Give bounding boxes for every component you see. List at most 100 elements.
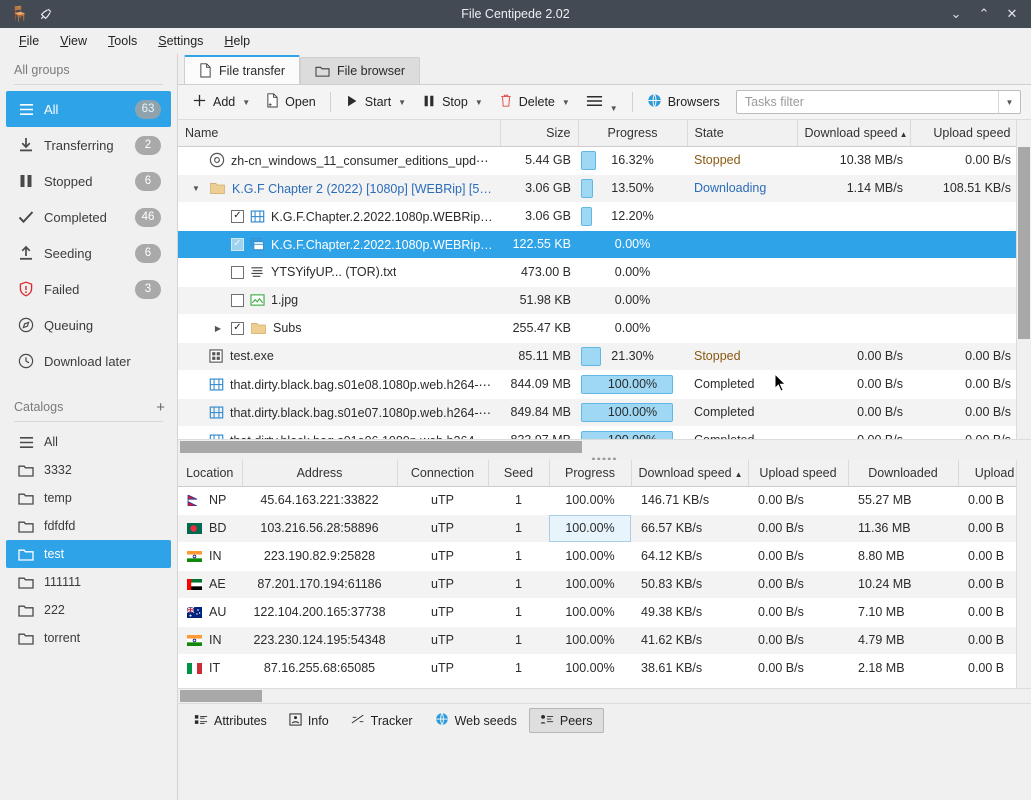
- peer-progress-cell[interactable]: 100.00%: [549, 486, 631, 514]
- tasks-col-upload-speed[interactable]: Upload speed: [910, 120, 1016, 146]
- sidebar-item-failed[interactable]: Failed3: [6, 271, 171, 307]
- menu-view[interactable]: View: [51, 31, 96, 51]
- task-name-cell[interactable]: that.dirty.black.bag.s01e08.1080p.web.h2…: [178, 370, 500, 398]
- menu-file[interactable]: File: [10, 31, 48, 51]
- close-button[interactable]: ✕: [999, 2, 1025, 26]
- sidebar-item-completed[interactable]: Completed46: [6, 199, 171, 235]
- peers-col-address[interactable]: Address: [242, 460, 397, 486]
- table-row[interactable]: ✓K.G.F.Chapter.2.2022.1080p.WEBRip.x⋯3.0…: [178, 202, 1016, 230]
- peers-col-progress[interactable]: Progress: [549, 460, 631, 486]
- chevron-right-icon[interactable]: ▶: [211, 324, 225, 333]
- add-catalog-button[interactable]: +: [156, 399, 165, 416]
- row-checkbox[interactable]: ✓: [231, 322, 244, 335]
- table-row[interactable]: BD103.216.56.28:58896uTP1100.00%66.57 KB…: [178, 514, 1016, 542]
- task-name-cell[interactable]: ✓K.G.F.Chapter.2.2022.1080p.WEBRip.x⋯: [178, 230, 500, 258]
- more-menu-button[interactable]: ▼: [578, 89, 626, 116]
- delete-button[interactable]: Delete ▼: [491, 89, 578, 116]
- tasks-vscroll-thumb[interactable]: [1018, 147, 1030, 339]
- sidebar-item-222[interactable]: 222: [6, 596, 171, 624]
- table-row[interactable]: ▼K.G.F Chapter 2 (2022) [1080p] [WEBRip]…: [178, 174, 1016, 202]
- peer-progress-cell[interactable]: 100.00%: [549, 626, 631, 654]
- task-name-cell[interactable]: that.dirty.black.bag.s01e07.1080p.web.h2…: [178, 398, 500, 426]
- add-button[interactable]: Add ▼: [184, 89, 258, 116]
- table-row[interactable]: YTSYifyUP... (TOR).txt473.00 B0.00%: [178, 258, 1016, 286]
- menu-tools[interactable]: Tools: [99, 31, 146, 51]
- peer-progress-cell[interactable]: 100.00%: [549, 598, 631, 626]
- sidebar-item-torrent[interactable]: torrent: [6, 624, 171, 652]
- sidebar-item-stopped[interactable]: Stopped6: [6, 163, 171, 199]
- sidebar-item-queuing[interactable]: Queuing: [6, 307, 171, 343]
- peers-col-seed[interactable]: Seed: [488, 460, 549, 486]
- table-row[interactable]: ▶✓Subs255.47 KB0.00%: [178, 314, 1016, 342]
- detail-tab-attributes[interactable]: Attributes: [184, 708, 277, 733]
- sidebar-item-all[interactable]: All63: [6, 91, 171, 127]
- peers-horizontal-scrollbar[interactable]: [178, 688, 1031, 703]
- sidebar-item-111111[interactable]: 111111: [6, 568, 171, 596]
- table-row[interactable]: that.dirty.black.bag.s01e08.1080p.web.h2…: [178, 370, 1016, 398]
- start-button[interactable]: Start ▼: [337, 89, 414, 116]
- tasks-col-name[interactable]: Name: [178, 120, 500, 146]
- task-name-cell[interactable]: 1.jpg: [178, 286, 500, 314]
- detail-tab-web-seeds[interactable]: Web seeds: [425, 708, 527, 733]
- table-row[interactable]: that.dirty.black.bag.s01e07.1080p.web.h2…: [178, 398, 1016, 426]
- stop-button[interactable]: Stop ▼: [414, 89, 491, 116]
- table-row[interactable]: zh-cn_windows_11_consumer_editions_upd⋯5…: [178, 146, 1016, 174]
- sidebar-item-download later[interactable]: Download later: [6, 343, 171, 379]
- tasks-filter-input[interactable]: [737, 91, 998, 113]
- sidebar-item-all[interactable]: All: [6, 428, 171, 456]
- tasks-table-header[interactable]: NameSizeProgressStateDownload speed▲Uplo…: [178, 120, 1016, 146]
- table-row[interactable]: test.exe85.11 MB21.30%Stopped0.00 B/s0.0…: [178, 342, 1016, 370]
- peers-vertical-scrollbar[interactable]: [1016, 460, 1031, 688]
- row-checkbox[interactable]: ✓: [231, 238, 244, 251]
- sidebar-item-3332[interactable]: 3332: [6, 456, 171, 484]
- peers-hscroll-thumb[interactable]: [180, 690, 262, 702]
- task-name-cell[interactable]: ▶✓Subs: [178, 314, 500, 342]
- chevron-down-icon[interactable]: ▼: [562, 98, 570, 107]
- peers-table-header[interactable]: LocationAddressConnectionSeedProgressDow…: [178, 460, 1016, 486]
- tasks-table-body[interactable]: zh-cn_windows_11_consumer_editions_upd⋯5…: [178, 146, 1016, 439]
- row-checkbox[interactable]: [231, 294, 244, 307]
- sidebar-item-test[interactable]: test: [6, 540, 171, 568]
- table-row[interactable]: ✓K.G.F.Chapter.2.2022.1080p.WEBRip.x⋯122…: [178, 230, 1016, 258]
- tasks-filter[interactable]: ▼: [736, 90, 1021, 114]
- menu-help[interactable]: Help: [215, 31, 259, 51]
- chevron-down-icon[interactable]: ▼: [189, 184, 203, 193]
- tasks-hscroll-thumb[interactable]: [180, 441, 582, 453]
- maximize-button[interactable]: ⌃: [971, 2, 997, 26]
- table-row[interactable]: AE87.201.170.194:61186uTP1100.00%50.83 K…: [178, 570, 1016, 598]
- task-name-cell[interactable]: ✓K.G.F.Chapter.2.2022.1080p.WEBRip.x⋯: [178, 202, 500, 230]
- browsers-button[interactable]: Browsers: [639, 89, 728, 116]
- peer-progress-cell[interactable]: 100.00%: [549, 514, 631, 542]
- chevron-down-icon[interactable]: ▼: [242, 98, 250, 107]
- table-row[interactable]: IT87.16.255.68:65085uTP1100.00%38.61 KB/…: [178, 654, 1016, 682]
- peers-table[interactable]: LocationAddressConnectionSeedProgressDow…: [178, 460, 1016, 683]
- chevron-down-icon[interactable]: ▼: [398, 98, 406, 107]
- tasks-vertical-scrollbar[interactable]: [1016, 120, 1031, 439]
- tasks-col-state[interactable]: State: [687, 120, 797, 146]
- sidebar-item-seeding[interactable]: Seeding6: [6, 235, 171, 271]
- tab-file-transfer[interactable]: File transfer: [184, 55, 300, 84]
- sidebar-item-temp[interactable]: temp: [6, 484, 171, 512]
- sidebar-item-fdfdfd[interactable]: fdfdfd: [6, 512, 171, 540]
- row-checkbox[interactable]: [231, 266, 244, 279]
- tasks-horizontal-scrollbar[interactable]: [178, 439, 1031, 454]
- row-checkbox[interactable]: ✓: [231, 210, 244, 223]
- pin-icon[interactable]: [39, 7, 53, 21]
- peers-col-connection[interactable]: Connection: [397, 460, 488, 486]
- tasks-col-progress[interactable]: Progress: [578, 120, 687, 146]
- peer-progress-cell[interactable]: 100.00%: [549, 654, 631, 682]
- detail-tab-peers[interactable]: Peers: [529, 708, 604, 733]
- chevron-down-icon[interactable]: ▼: [475, 98, 483, 107]
- table-row[interactable]: AU122.104.200.165:37738uTP1100.00%49.38 …: [178, 598, 1016, 626]
- table-row[interactable]: IN223.230.124.195:54348uTP1100.00%41.62 …: [178, 626, 1016, 654]
- tasks-col-size[interactable]: Size: [500, 120, 578, 146]
- sidebar-item-transferring[interactable]: Transferring2: [6, 127, 171, 163]
- peer-progress-cell[interactable]: 100.00%: [549, 570, 631, 598]
- table-row[interactable]: that.dirty.black.bag.s01e06.1080p.web.h2…: [178, 426, 1016, 439]
- task-name-cell[interactable]: ▼K.G.F Chapter 2 (2022) [1080p] [WEBRip]…: [178, 174, 500, 202]
- table-row[interactable]: IN223.190.82.9:25828uTP1100.00%64.12 KB/…: [178, 542, 1016, 570]
- peers-col-upload[interactable]: Upload: [958, 460, 1016, 486]
- table-row[interactable]: 1.jpg51.98 KB0.00%: [178, 286, 1016, 314]
- peer-progress-cell[interactable]: 100.00%: [549, 542, 631, 570]
- task-name-cell[interactable]: zh-cn_windows_11_consumer_editions_upd⋯: [178, 146, 500, 174]
